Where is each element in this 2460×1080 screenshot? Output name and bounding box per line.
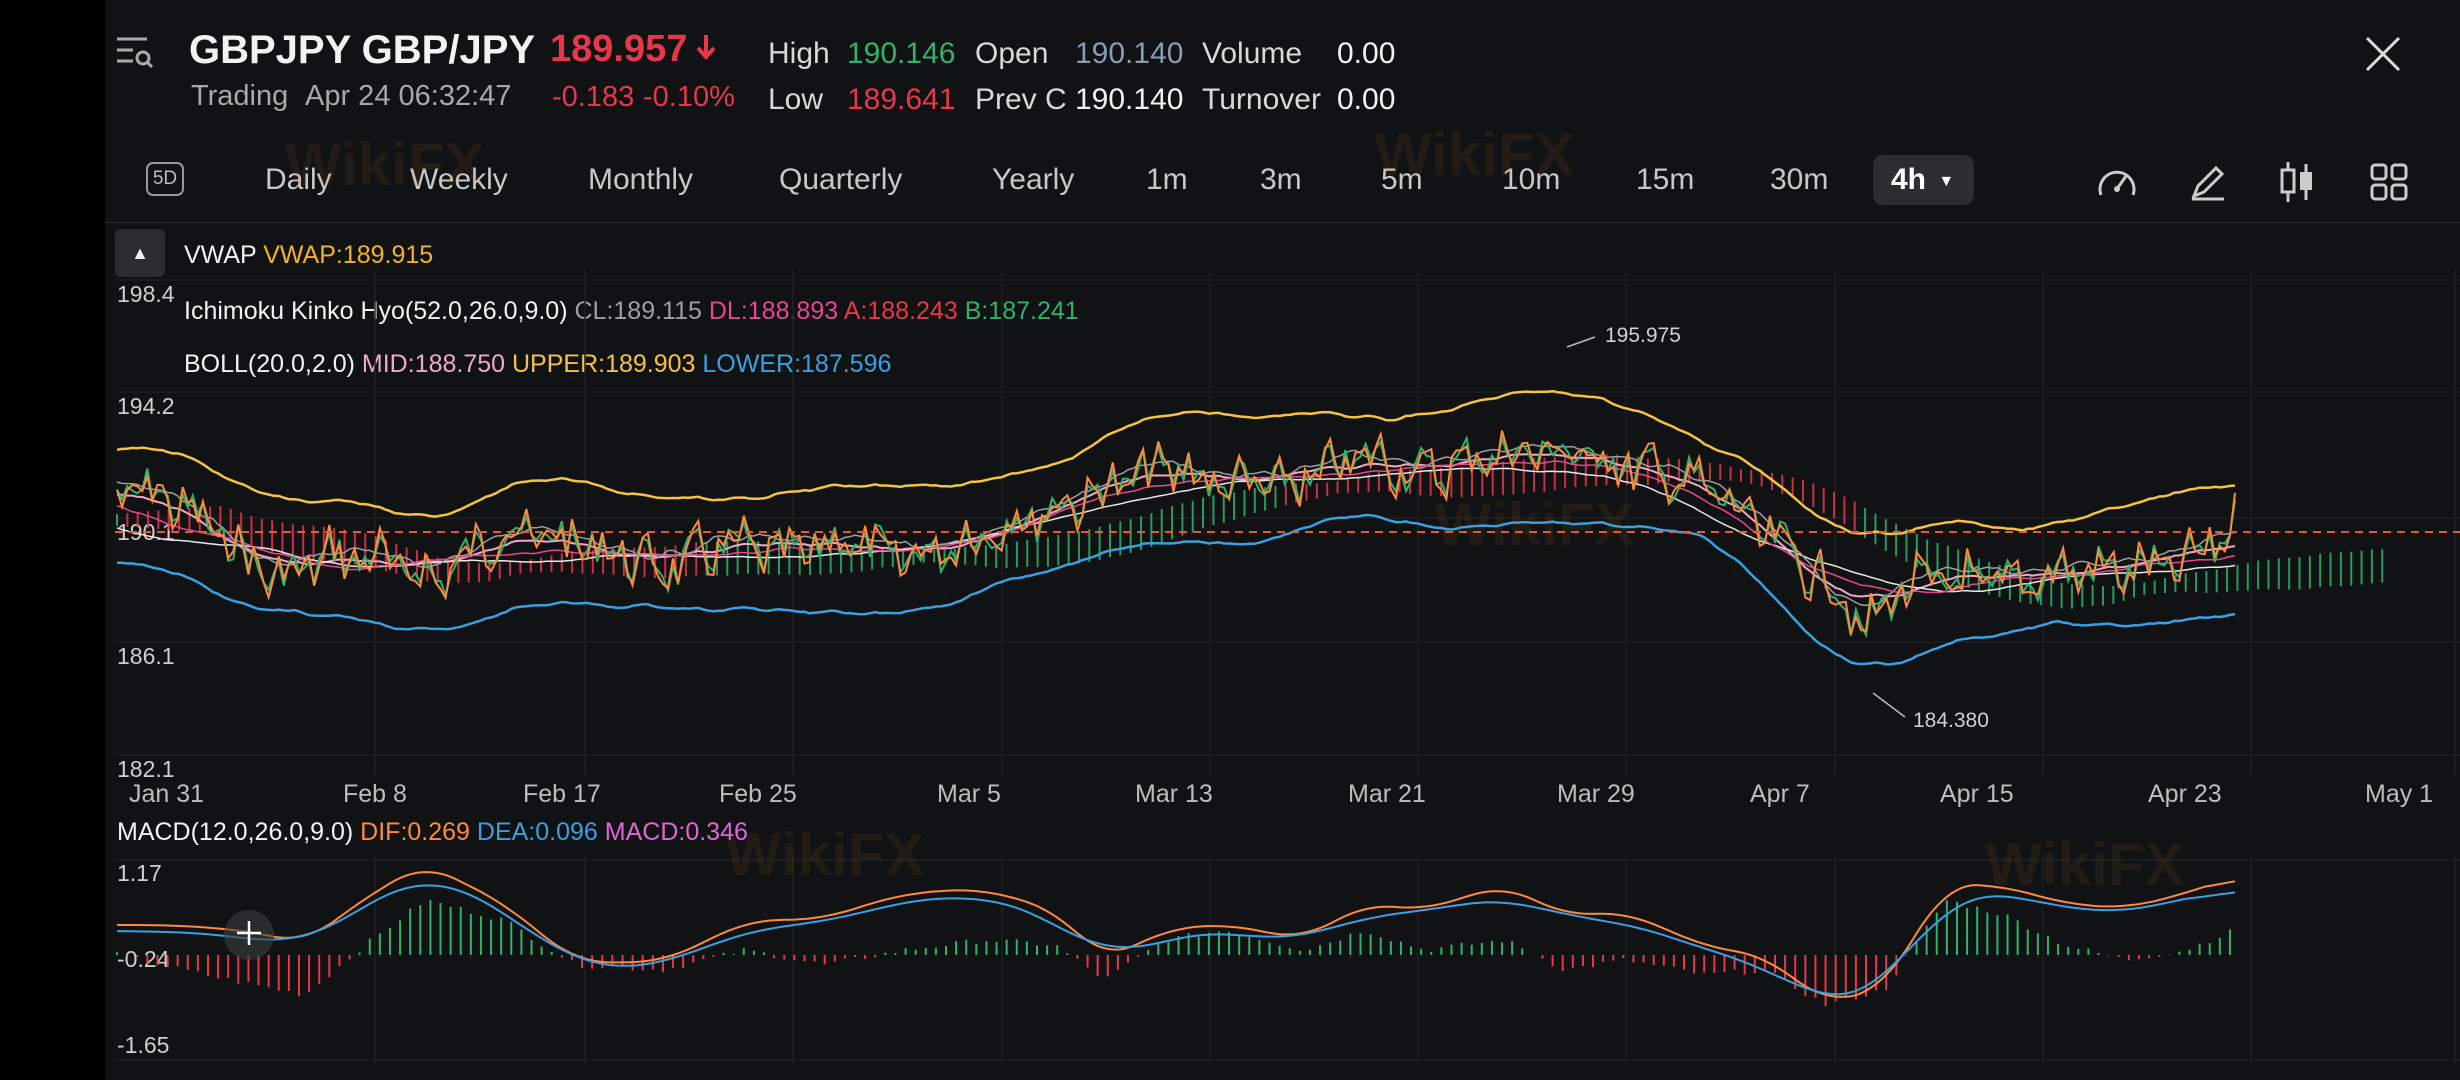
macd-histogram	[116, 900, 2231, 1007]
stat-open-value: 190.140	[1075, 37, 1184, 70]
price-chart[interactable]	[105, 270, 2460, 780]
stat-open-label: Open	[975, 37, 1049, 70]
chart-app: GBPJPY GBP/JPY Trading Apr 24 06:32:47 1…	[105, 0, 2460, 1080]
stat-turnover-label: Turnover	[1202, 83, 1321, 116]
candlestick-icon[interactable]	[2275, 158, 2319, 206]
date-axis-label: Mar 29	[1557, 780, 1635, 808]
stat-high-label: High	[768, 37, 830, 70]
date-axis-label: Mar 5	[937, 780, 1001, 808]
speedometer-icon[interactable]	[2095, 160, 2139, 204]
high-marker-line	[1566, 336, 1596, 348]
quote-time: Apr 24 06:32:47	[305, 80, 512, 112]
date-axis-label: Apr 7	[1750, 780, 1810, 808]
crosshair-icon	[235, 919, 263, 952]
tab-3m[interactable]: 3m	[1246, 155, 1316, 205]
date-axis-label: Apr 15	[1940, 780, 2014, 808]
last-price: 189.957	[550, 28, 717, 71]
tab-quarterly[interactable]: Quarterly	[765, 155, 916, 205]
menu-icon[interactable]	[115, 34, 155, 70]
tab-15m[interactable]: 15m	[1622, 155, 1708, 205]
five-day-button[interactable]: 5D	[146, 162, 184, 196]
stat-high-value: 190.146	[847, 37, 956, 70]
macd-name: MACD(12.0,26.0,9.0)	[117, 818, 354, 846]
macd-legend: MACD(12.0,26.0,9.0) DIF:0.269 DEA:0.096 …	[117, 818, 748, 847]
low-annotation: 184.380	[1913, 709, 1989, 732]
stat-volume-value: 0.00	[1337, 37, 1396, 70]
watermark: WikiFX	[725, 821, 925, 888]
stat-volume-label: Volume	[1202, 37, 1303, 70]
date-axis-label: Jan 31	[129, 780, 205, 808]
crosshair-button[interactable]	[224, 910, 274, 960]
watermark: WikiFX	[285, 131, 485, 198]
last-price-value: 189.957	[550, 28, 688, 70]
stat-low-label: Low	[768, 83, 824, 116]
caret-down-icon: ▼	[1938, 173, 1955, 190]
date-axis-label: Mar 13	[1135, 780, 1213, 808]
stat-low-value: 189.641	[847, 83, 956, 116]
vwap-value: VWAP:189.915	[263, 241, 434, 269]
high-annotation: 195.975	[1605, 324, 1681, 347]
macd-dea: DEA:0.096	[476, 818, 598, 846]
macd-dif: DIF:0.269	[360, 818, 470, 846]
date-axis-label: Feb 25	[719, 780, 797, 808]
date-axis-label: Mar 21	[1348, 780, 1426, 808]
vwap-line	[116, 467, 2236, 593]
stat-prevc-value: 190.140	[1075, 83, 1184, 116]
dif-line	[117, 871, 2236, 998]
watermark: WikiFX	[1985, 831, 2185, 898]
tab-4h-label: 4h	[1891, 163, 1927, 196]
grid-icon[interactable]	[2367, 160, 2411, 204]
price-change: -0.183	[552, 81, 635, 113]
date-axis-label: Feb 8	[343, 780, 407, 808]
caret-up-icon: ▲	[131, 242, 149, 263]
date-axis-label: Apr 23	[2148, 780, 2222, 808]
pencil-icon[interactable]	[2186, 160, 2230, 204]
symbol-title: GBPJPY GBP/JPY	[189, 28, 536, 72]
dea-line	[116, 884, 2236, 996]
price-line-red	[116, 430, 2236, 635]
watermark: WikiFX	[1375, 121, 1575, 188]
tab-4h[interactable]: 4h ▼	[1873, 155, 1974, 205]
date-axis-label: Feb 17	[523, 780, 601, 808]
watermark: WikiFX	[1435, 491, 1635, 558]
tab-yearly[interactable]: Yearly	[978, 155, 1088, 205]
price-grid	[115, 270, 2460, 775]
stat-prevc-label: Prev C	[975, 83, 1067, 116]
arrow-down-icon	[695, 33, 717, 66]
vwap-name: VWAP	[184, 241, 257, 269]
trading-status: Trading	[191, 80, 289, 112]
toolbar-divider	[105, 222, 2460, 223]
tab-monthly[interactable]: Monthly	[574, 155, 707, 205]
low-marker-line	[1872, 692, 1906, 718]
stat-turnover-value: 0.00	[1337, 83, 1396, 116]
price-change-pct: -0.10%	[643, 81, 735, 113]
date-axis-label: May 1	[2365, 780, 2434, 808]
close-icon[interactable]	[2363, 34, 2403, 74]
tab-30m[interactable]: 30m	[1756, 155, 1842, 205]
tab-1m[interactable]: 1m	[1132, 155, 1202, 205]
vwap-legend: VWAP VWAP:189.915	[184, 241, 433, 270]
